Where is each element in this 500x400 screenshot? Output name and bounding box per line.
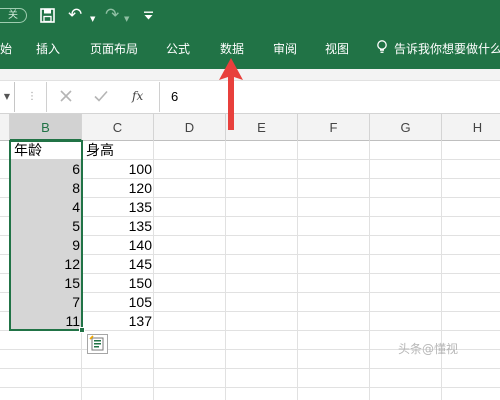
cell-c[interactable]: 137: [84, 312, 152, 331]
cell-b[interactable]: 4: [12, 198, 80, 217]
cell-c[interactable]: 135: [84, 217, 152, 236]
gridline: [0, 368, 500, 369]
cell-b[interactable]: 6: [12, 160, 80, 179]
grip-icon[interactable]: ⋮: [27, 90, 37, 104]
cancel-icon[interactable]: [58, 88, 74, 104]
column-header-c[interactable]: C: [82, 114, 154, 141]
watermark-logo: 头条@懂视: [398, 342, 459, 356]
customize-qat-icon[interactable]: [144, 9, 153, 27]
tab-insert[interactable]: 插入: [36, 41, 60, 57]
tab-page-layout[interactable]: 页面布局: [90, 41, 138, 57]
header-cell-height[interactable]: 身高: [86, 141, 114, 160]
cell-c[interactable]: 140: [84, 236, 152, 255]
tab-view[interactable]: 视图: [325, 41, 349, 57]
column-header-g[interactable]: G: [370, 114, 442, 141]
cell-c[interactable]: 145: [84, 255, 152, 274]
cell-c[interactable]: 150: [84, 274, 152, 293]
tab-formulas[interactable]: 公式: [166, 41, 190, 57]
undo-icon[interactable]: ↶: [68, 6, 82, 24]
column-header-b[interactable]: B: [10, 114, 82, 141]
cell-b[interactable]: 11: [12, 312, 80, 331]
header-cell-age[interactable]: 年龄: [14, 141, 42, 160]
tab-review[interactable]: 审阅: [273, 41, 297, 57]
lightbulb-icon[interactable]: [376, 40, 388, 54]
undo-dropdown-icon[interactable]: ▼: [90, 10, 95, 28]
gridline: [369, 141, 370, 400]
cell-c[interactable]: 120: [84, 179, 152, 198]
ribbon-tab-bar: 始 插入 页面布局 公式 数据 审阅 视图 告诉我你想要做什么: [0, 33, 500, 69]
cell-c[interactable]: 135: [84, 198, 152, 217]
autosave-toggle[interactable]: 关: [0, 8, 27, 23]
tab-data[interactable]: 数据: [220, 41, 244, 57]
gridline: [441, 141, 442, 400]
enter-icon[interactable]: [93, 88, 109, 104]
cell-b[interactable]: 7: [12, 293, 80, 312]
cell-b[interactable]: 9: [12, 236, 80, 255]
name-box-dropdown-icon[interactable]: ▼: [0, 82, 15, 112]
annotation-arrow: [219, 58, 243, 130]
column-header-h[interactable]: H: [442, 114, 500, 141]
redo-dropdown-icon[interactable]: ▼: [124, 10, 129, 28]
column-header-f[interactable]: F: [298, 114, 370, 141]
tell-me-box[interactable]: 告诉我你想要做什么: [394, 41, 500, 57]
cell-c[interactable]: 100: [84, 160, 152, 179]
gridline: [225, 141, 226, 400]
column-header-d[interactable]: D: [154, 114, 226, 141]
column-header-partial[interactable]: [0, 114, 10, 141]
gridline: [0, 387, 500, 388]
gridline: [297, 141, 298, 400]
redo-icon[interactable]: ↷: [105, 6, 119, 24]
cell-b[interactable]: 12: [12, 255, 80, 274]
insert-function-icon[interactable]: fx: [132, 88, 150, 104]
cell-c[interactable]: 105: [84, 293, 152, 312]
formula-input[interactable]: 6: [161, 81, 500, 114]
quick-analysis-icon[interactable]: [87, 334, 108, 354]
ribbon-collapsed-area: [0, 69, 500, 81]
cell-b[interactable]: 15: [12, 274, 80, 293]
gridline: [153, 141, 154, 400]
cell-b[interactable]: 8: [12, 179, 80, 198]
cell-b[interactable]: 5: [12, 217, 80, 236]
tab-home[interactable]: 始: [0, 41, 12, 57]
save-icon[interactable]: [40, 8, 55, 27]
